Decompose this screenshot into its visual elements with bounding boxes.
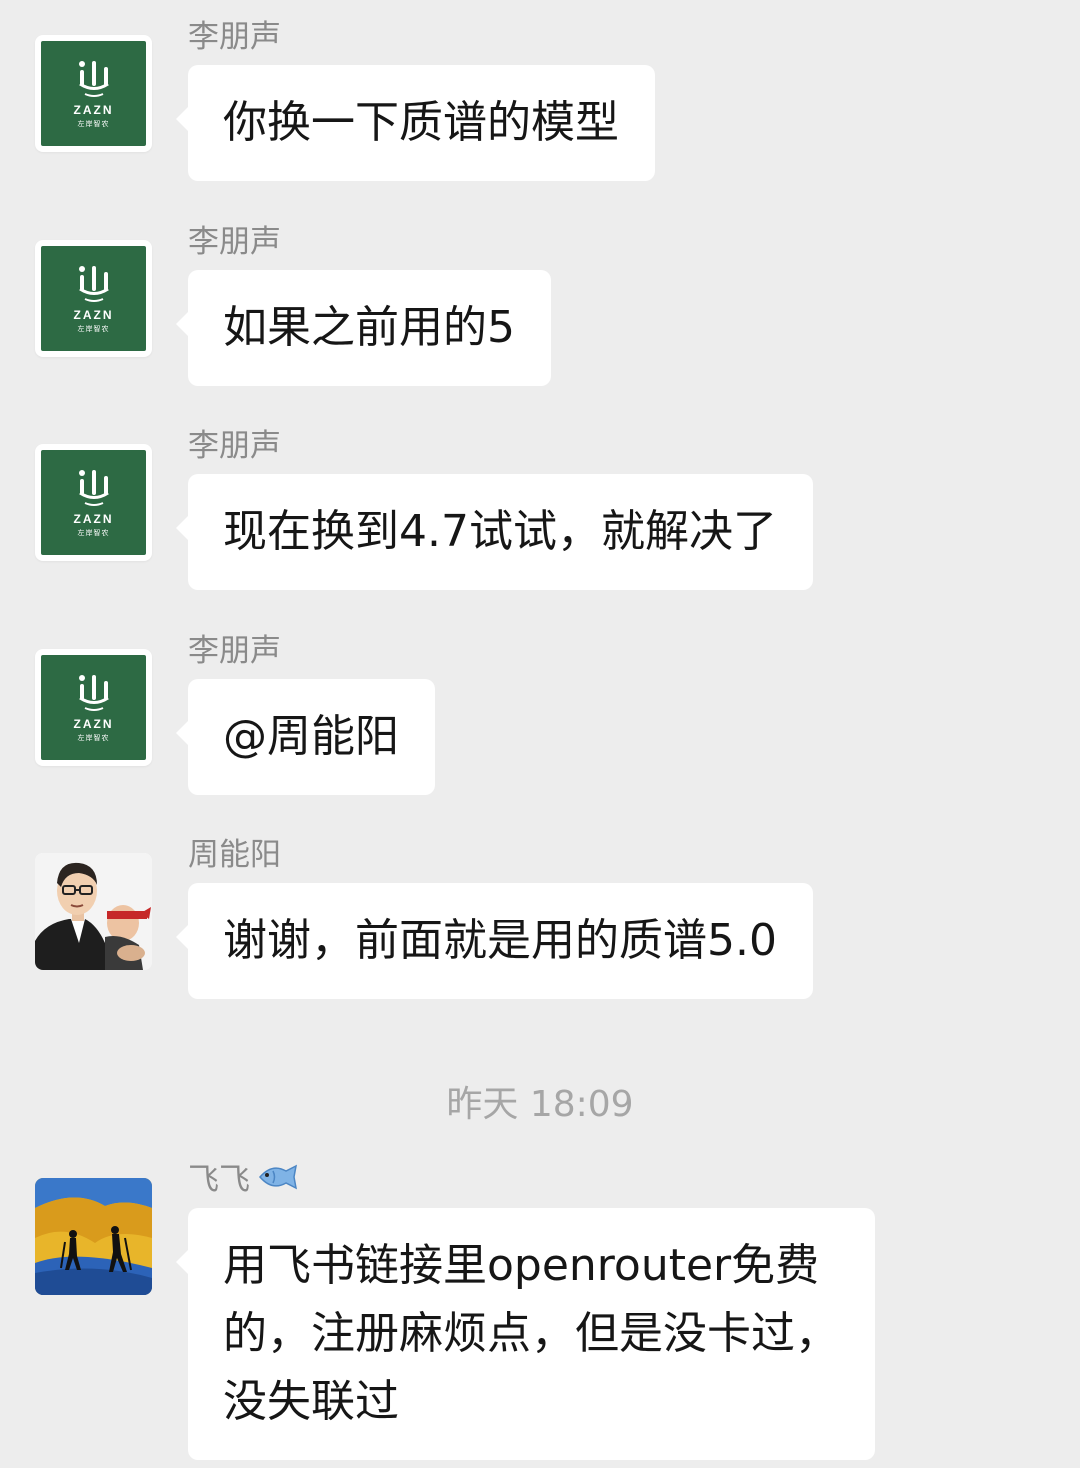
avatar[interactable] bbox=[35, 853, 152, 970]
zazn-logo-icon: ZAZN 左岸智农 bbox=[41, 41, 146, 146]
message-bubble[interactable]: 你换一下质谱的模型 bbox=[176, 65, 655, 181]
logo-word: ZAZN bbox=[73, 308, 114, 322]
avatar[interactable]: ZAZN 左岸智农 bbox=[35, 444, 152, 561]
avatar[interactable]: ZAZN 左岸智农 bbox=[35, 35, 152, 152]
logo-subtitle: 左岸智农 bbox=[77, 529, 110, 537]
message-bubble[interactable]: 现在换到4.7试试，就解决了 bbox=[176, 474, 813, 590]
message-bubble[interactable]: 用飞书链接里openrouter免费 的，注册麻烦点，但是没卡过， 没失联过 bbox=[176, 1208, 875, 1460]
sender-name: 飞飞 bbox=[188, 1154, 298, 1199]
message-bubble[interactable]: @周能阳 bbox=[176, 679, 435, 795]
zazn-logo-icon: ZAZN 左岸智农 bbox=[41, 450, 146, 555]
avatar[interactable] bbox=[35, 1178, 152, 1295]
avatar[interactable]: ZAZN 左岸智农 bbox=[35, 649, 152, 766]
sender-name: 李朋声 bbox=[188, 224, 281, 260]
zazn-logo-icon: ZAZN 左岸智农 bbox=[41, 246, 146, 351]
sender-name: 李朋声 bbox=[188, 19, 281, 55]
fish-emoji-icon bbox=[259, 1164, 298, 1189]
sender-name: 周能阳 bbox=[188, 837, 281, 873]
logo-word: ZAZN bbox=[73, 717, 114, 731]
logo-subtitle: 左岸智农 bbox=[77, 325, 110, 333]
zazn-logo-icon: ZAZN 左岸智农 bbox=[41, 655, 146, 760]
sender-name: 李朋声 bbox=[188, 633, 281, 669]
avatar[interactable]: ZAZN 左岸智农 bbox=[35, 240, 152, 357]
mountain-climbers-icon bbox=[35, 1178, 152, 1295]
timestamp: 昨天 18:09 bbox=[446, 1084, 634, 1125]
logo-subtitle: 左岸智农 bbox=[77, 120, 110, 128]
cartoon-portrait-icon bbox=[35, 853, 152, 970]
message-bubble[interactable]: 谢谢，前面就是用的质谱5.0 bbox=[176, 883, 813, 999]
logo-subtitle: 左岸智农 bbox=[77, 734, 110, 742]
logo-word: ZAZN bbox=[73, 103, 114, 117]
message-bubble[interactable]: 如果之前用的5 bbox=[176, 270, 551, 386]
logo-word: ZAZN bbox=[73, 512, 114, 526]
sender-name: 李朋声 bbox=[188, 428, 281, 464]
